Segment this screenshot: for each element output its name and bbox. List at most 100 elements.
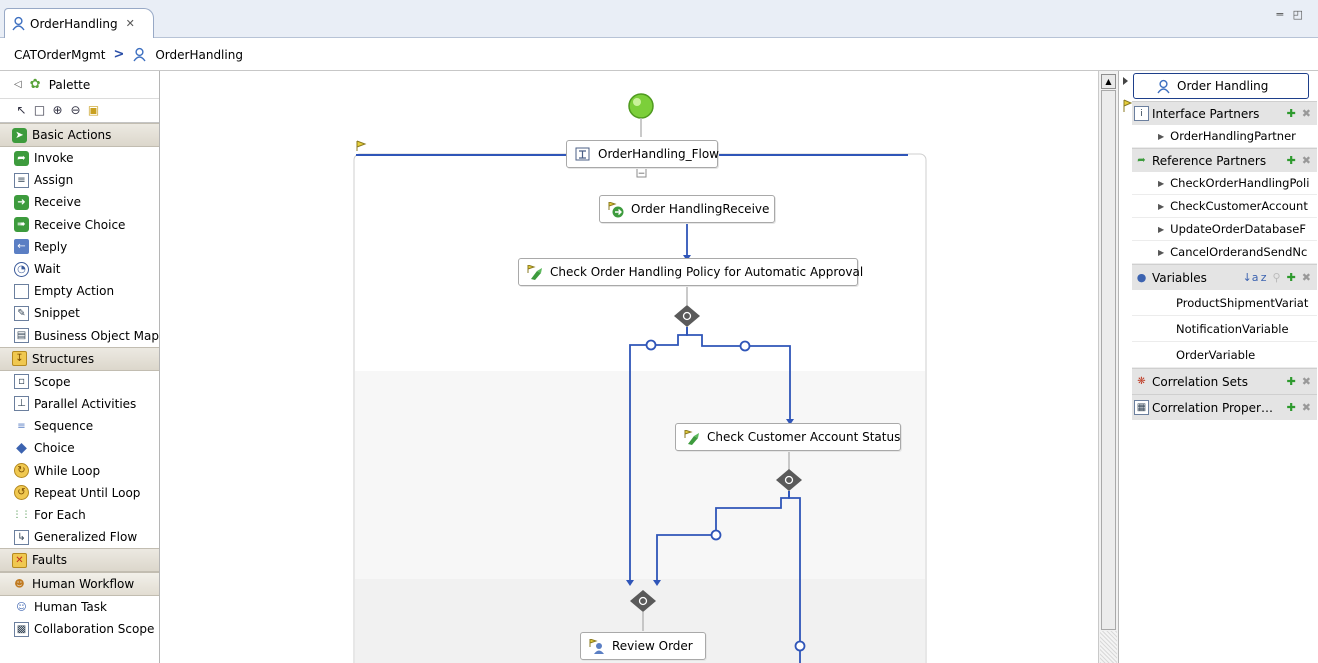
tray-section-variables[interactable]: ● Variables ↓a z ⚲ ✚ ✖ <box>1132 264 1317 290</box>
collapse-palette-icon[interactable]: ◁ <box>14 79 22 90</box>
palette-item-business-object-map[interactable]: ▤ Business Object Map <box>0 325 159 347</box>
palette-item-snippet[interactable]: ✎ Snippet <box>0 302 159 324</box>
add-interface-partner-icon[interactable]: ✚ <box>1287 107 1296 120</box>
palette-item-receive-choice[interactable]: ➠ Receive Choice <box>0 214 159 236</box>
expand-icon[interactable]: ▶ <box>1158 202 1164 211</box>
connector-point <box>739 340 751 352</box>
drawer-human-workflow[interactable]: ☻ Human Workflow <box>0 572 159 597</box>
breadcrumb: CATOrderMgmt > OrderHandling <box>0 39 1318 71</box>
palette-header[interactable]: ◁ ✿ Palette <box>0 71 159 99</box>
palette-item-label: Scope <box>34 374 71 389</box>
canvas-vertical-scrollbar[interactable]: ▲ <box>1098 71 1118 663</box>
invoke-icon: ➦ <box>14 150 29 166</box>
activity-check-policy[interactable]: Check Order Handling Policy for Automati… <box>518 258 863 286</box>
add-correlation-set-icon[interactable]: ✚ <box>1287 375 1296 388</box>
palette-item-generalized-flow[interactable]: ↳ Generalized Flow <box>0 526 159 548</box>
palette-item-collaboration-scope[interactable]: ▩ Collaboration Scope <box>0 618 159 640</box>
palette-item-label: Reply <box>34 239 68 254</box>
zoom-out-icon[interactable]: ⊖ <box>68 103 83 118</box>
palette-item-label: Receive <box>34 195 81 210</box>
expand-icon[interactable]: ▶ <box>1158 225 1164 234</box>
add-variable-icon[interactable]: ✚ <box>1287 271 1296 284</box>
flow-node[interactable]: OrderHandling_Flow <box>566 140 719 168</box>
receive-icon: ➜ <box>14 194 29 210</box>
breadcrumb-parent[interactable]: CATOrderMgmt <box>14 48 105 62</box>
tray-item[interactable]: ▶ CheckCustomerAccount <box>1132 195 1317 218</box>
expand-icon[interactable]: ▶ <box>1158 248 1164 257</box>
scrollbar-thumb[interactable] <box>1101 90 1116 630</box>
remove-correlation-set-icon[interactable]: ✖ <box>1302 375 1311 388</box>
process-icon <box>11 16 26 31</box>
tray-variable[interactable]: OrderVariable <box>1132 342 1317 368</box>
while-loop-icon: ↻ <box>14 463 29 479</box>
remove-interface-partner-icon[interactable]: ✖ <box>1302 107 1311 120</box>
palette-item-while-loop[interactable]: ↻ While Loop <box>0 459 159 481</box>
reference-partner-icon: ➦ <box>1137 155 1146 166</box>
search-variables-icon[interactable]: ⚲ <box>1273 271 1281 284</box>
zoom-in-icon[interactable]: ⊕ <box>50 103 65 118</box>
tray-section-correlation-sets[interactable]: ❋ Correlation Sets ✚ ✖ <box>1132 368 1317 394</box>
section-label: Variables <box>1152 270 1207 285</box>
palette-item-receive[interactable]: ➜ Receive <box>0 191 159 213</box>
tray-item[interactable]: ▶ CancelOrderandSendNc <box>1132 241 1317 264</box>
remove-variable-icon[interactable]: ✖ <box>1302 271 1311 284</box>
palette-item-sequence[interactable]: ≡ Sequence <box>0 415 159 437</box>
palette-item-assign[interactable]: ≡ Assign <box>0 169 159 191</box>
tray-item-label: ProductShipmentVariat <box>1176 295 1309 310</box>
scrollbar-track[interactable] <box>1100 631 1117 663</box>
activity-review-order[interactable]: Review Order <box>580 632 706 660</box>
receive-icon <box>608 201 625 218</box>
palette-item-human-task[interactable]: ☺ Human Task <box>0 596 159 618</box>
palette-item-label: For Each <box>34 507 86 522</box>
drawer-structures[interactable]: ↧ Structures <box>0 346 159 371</box>
tray-section-interface-partners[interactable]: i Interface Partners ✚ ✖ <box>1132 101 1317 125</box>
add-correlation-property-icon[interactable]: ✚ <box>1287 401 1296 414</box>
palette-item-reply[interactable]: ← Reply <box>0 236 159 258</box>
marquee-tool-icon[interactable]: □ <box>32 103 47 118</box>
palette-item-choice[interactable]: ◆ Choice <box>0 437 159 459</box>
tray-section-reference-partners[interactable]: ➦ Reference Partners ✚ ✖ <box>1132 148 1317 172</box>
palette-item-repeat-until-loop[interactable]: ↺ Repeat Until Loop <box>0 482 159 504</box>
editor-tab-orderhandling[interactable]: OrderHandling ✕ <box>4 8 154 38</box>
activity-check-account[interactable]: Check Customer Account Status <box>675 423 901 451</box>
expand-icon[interactable]: ▶ <box>1158 179 1164 188</box>
remove-correlation-property-icon[interactable]: ✖ <box>1302 401 1311 414</box>
palette: ◁ ✿ Palette ↖ □ ⊕ ⊖ ▣ ➤ Basic Actions ➦ I… <box>0 71 160 663</box>
note-tool-icon[interactable]: ▣ <box>86 103 101 118</box>
section-label: Interface Partners <box>1152 106 1260 121</box>
empty-action-icon <box>14 283 29 299</box>
close-icon[interactable]: ✕ <box>126 17 135 30</box>
tray-item[interactable]: ▶ UpdateOrderDatabaseF <box>1132 218 1317 241</box>
tray-item[interactable]: ▶ CheckOrderHandlingPoli <box>1132 172 1317 195</box>
tray-variable[interactable]: NotificationVariable <box>1132 316 1317 342</box>
sort-variables-icon[interactable]: ↓a z <box>1243 271 1267 284</box>
add-reference-partner-icon[interactable]: ✚ <box>1287 154 1296 167</box>
tray-item-label: CancelOrderandSendNc <box>1170 245 1308 259</box>
activity-receive[interactable]: Order HandlingReceive <box>599 195 775 223</box>
tray-item[interactable]: ▶ OrderHandlingPartner <box>1132 125 1317 148</box>
palette-item-wait[interactable]: ◔ Wait <box>0 258 159 280</box>
palette-item-invoke[interactable]: ➦ Invoke <box>0 147 159 169</box>
process-canvas[interactable]: − OrderHandling_Flow Order HandlingRecei… <box>160 71 1098 663</box>
business-object-map-icon: ▤ <box>14 328 29 344</box>
drawer-basic-actions[interactable]: ➤ Basic Actions <box>0 123 159 147</box>
correlation-set-icon: ❋ <box>1137 376 1146 387</box>
connector-point <box>794 640 806 652</box>
palette-item-for-each[interactable]: ⋮⋮ For Each <box>0 504 159 526</box>
remove-reference-partner-icon[interactable]: ✖ <box>1302 154 1311 167</box>
tray-variable[interactable]: ProductShipmentVariat <box>1132 290 1317 316</box>
drawer-faults[interactable]: ✕ Faults <box>0 548 159 573</box>
window-controls[interactable]: ═ ◰ <box>1276 8 1306 21</box>
editor-tab-bar: OrderHandling ✕ ═ ◰ <box>0 0 1318 38</box>
expand-icon[interactable]: ▶ <box>1158 132 1164 141</box>
tray-item-label: CheckCustomerAccount <box>1170 199 1308 213</box>
palette-item-empty-action[interactable]: Empty Action <box>0 280 159 302</box>
tray-section-correlation-properties[interactable]: ▦ Correlation Proper… ✚ ✖ <box>1132 394 1317 420</box>
breadcrumb-current[interactable]: OrderHandling <box>155 48 243 62</box>
palette-item-parallel-activities[interactable]: ⊥ Parallel Activities <box>0 393 159 415</box>
palette-item-scope[interactable]: ▫ Scope <box>0 371 159 393</box>
select-tool-icon[interactable]: ↖ <box>14 103 29 118</box>
palette-item-label: Assign <box>34 173 74 188</box>
tray-process-title[interactable]: Order Handling <box>1133 73 1309 99</box>
scroll-up-icon[interactable]: ▲ <box>1101 74 1116 89</box>
